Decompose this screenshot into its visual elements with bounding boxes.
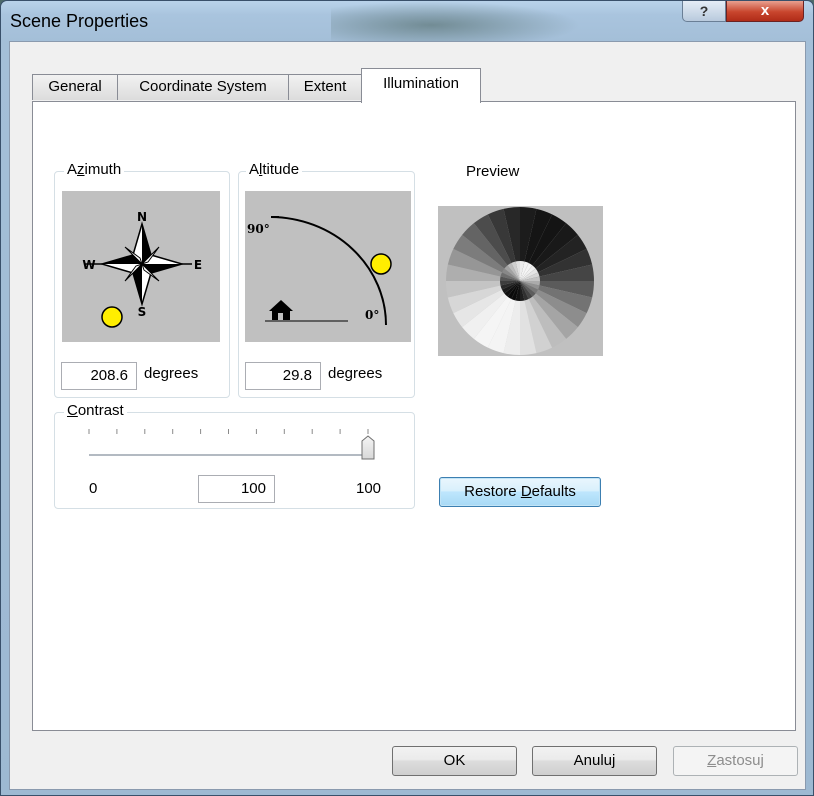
altitude-dial[interactable]: 90° 0° (245, 191, 411, 342)
tab-extent[interactable]: Extent (288, 74, 362, 100)
azimuth-input[interactable]: 208.6 (61, 362, 137, 390)
title-bar-decoration (331, 1, 581, 41)
contrast-slider[interactable] (83, 427, 383, 467)
restore-defaults-button[interactable]: Restore Defaults (439, 477, 601, 507)
preview-label: Preview (466, 163, 520, 180)
tab-coordinate-system[interactable]: Coordinate System (117, 74, 289, 100)
azimuth-group: Azimuth N E S W 208.6 degrees (54, 161, 230, 398)
apply-button[interactable]: Zastosuj (673, 746, 798, 776)
altitude-arc-icon: 90° 0° (247, 216, 392, 326)
altitude-sun-icon[interactable] (370, 253, 392, 275)
close-button[interactable]: x (726, 1, 804, 22)
window-title: Scene Properties (10, 11, 149, 31)
shaded-sphere-preview (446, 207, 594, 355)
altitude-group: Altitude 90° 0° 29.8 degrees (238, 161, 415, 398)
altitude-input[interactable]: 29.8 (245, 362, 321, 390)
azimuth-label: Azimuth (64, 161, 125, 178)
altitude-top-mark: 90° (247, 222, 270, 236)
ok-button[interactable]: OK (392, 746, 517, 776)
contrast-slider-thumb[interactable] (361, 435, 375, 460)
altitude-unit: degrees (328, 365, 383, 382)
compass-s: S (138, 305, 147, 319)
help-button[interactable]: ? (682, 1, 726, 22)
contrast-max: 100 (356, 480, 382, 497)
compass-rose-icon: N E S W (82, 210, 202, 328)
altitude-label: Altitude (246, 161, 303, 178)
altitude-bottom-mark: 0° (365, 308, 379, 322)
contrast-min: 0 (89, 480, 98, 497)
house-icon (269, 300, 293, 320)
azimuth-compass[interactable]: N E S W (62, 191, 220, 342)
cancel-button[interactable]: Anuluj (532, 746, 657, 776)
contrast-group: Contrast 0 100 100 (54, 402, 415, 509)
azimuth-unit: degrees (144, 365, 199, 382)
dialog-window: Scene Properties ? x General Coordinate … (0, 0, 814, 796)
compass-w: W (82, 258, 95, 272)
compass-n: N (137, 210, 147, 224)
tab-general[interactable]: General (32, 74, 118, 100)
contrast-label: Contrast (64, 402, 127, 419)
tab-illumination[interactable]: Illumination (361, 68, 481, 103)
contrast-input[interactable]: 100 (198, 475, 275, 503)
compass-e: E (194, 258, 202, 272)
title-bar[interactable]: Scene Properties ? x (1, 1, 813, 41)
dialog-client: General Coordinate System Extent Illumin… (9, 41, 806, 790)
illumination-panel: Azimuth N E S W 208.6 degrees Altitude 9… (32, 101, 796, 731)
azimuth-sun-icon[interactable] (101, 306, 123, 328)
preview-image (438, 206, 603, 356)
